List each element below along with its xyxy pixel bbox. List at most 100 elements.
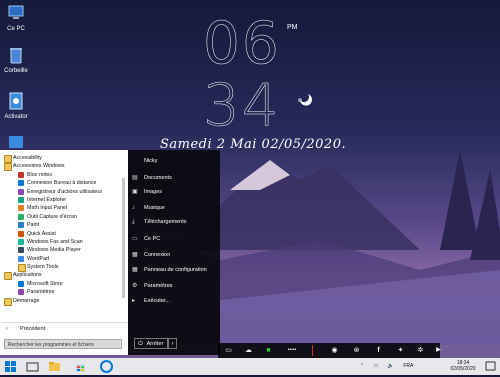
dots-icon[interactable]: ••••• [282,346,302,355]
app-icon [18,247,24,254]
places-item-label: Exécuter... [144,298,170,304]
pictures-icon: ▣ [132,189,138,195]
app-icon [18,255,24,262]
places-item-3[interactable]: ♪ Musique [132,202,165,214]
store-icon[interactable] [74,360,87,373]
places-item-label: Ce PC [144,236,161,242]
desktop-icon-corbeille[interactable]: Corbeille [2,46,30,74]
desktop-icon-label: Activator [4,114,28,120]
desktop-icon-partial[interactable] [8,134,24,148]
recycle-bin-icon [10,48,22,64]
places-item-5[interactable]: ▭ Ce PC [132,233,160,245]
obs-icon[interactable]: ◉ [330,346,339,355]
program-item[interactable]: Bloc-notes [0,171,122,179]
program-item[interactable]: Enregistreur d'actions utilisateur [0,188,122,196]
places-item-6[interactable]: ▦ Connexion [132,249,170,261]
documents-icon: ▤ [132,175,138,181]
program-item[interactable]: WordPad [0,255,122,263]
places-item-label: Panneau de configuration [144,267,207,273]
clock-hours: 06 [203,9,281,77]
program-item[interactable]: Connexion Bureau à distance [0,179,122,187]
system-tray-icons[interactable]: ⌃ ▭ 🔈 FRA [360,358,413,375]
steam-icon[interactable]: ⊛ [352,346,361,355]
start-menu-places-pane: Nicky ▤ Documents ▣ Images ♪ Musique ⤓ Télécharg… [128,150,220,355]
places-item-4[interactable]: ⤓ Téléchargements [132,216,187,228]
program-item[interactable]: Math Input Panel [0,204,122,212]
program-label: Applications [13,272,42,279]
language-indicator[interactable]: FRA [403,363,413,369]
trash-icon[interactable]: ■ [264,346,273,355]
program-label: Enregistreur d'actions utilisateur [27,188,103,195]
back-button[interactable]: ‹ Précédent [0,322,128,335]
desktop-icon-ce-pc[interactable]: Ce PC [2,4,30,32]
places-item-7[interactable]: ▦ Panneau de configuration [132,264,207,276]
settings-icon[interactable]: ✲ [416,346,425,355]
places-item-2[interactable]: ▣ Images [132,186,162,198]
search-input[interactable]: Rechercher les programmes et fichiers [4,339,122,349]
program-label: WordPad [27,255,49,262]
chevron-up-icon[interactable]: ⌃ [360,363,364,369]
desktop-icon-label: Corbeille [4,68,28,74]
places-item-8[interactable]: ⚙ Paramètres [132,280,172,292]
places-item-1[interactable]: ▤ Documents [132,172,172,184]
task-view-icon[interactable] [26,360,39,373]
app-icon [18,280,24,287]
downloads-icon: ⤓ [132,219,135,225]
app-icon [18,180,24,187]
twitter-icon[interactable]: ✦ [396,346,405,355]
shutdown-options-button[interactable]: › [168,338,177,349]
places-item-label: Connexion [144,252,171,258]
places-item-9[interactable]: ▸ Exécuter... [132,295,170,307]
power-icon: ⏻ [138,341,143,347]
facebook-icon[interactable]: f [374,346,383,355]
app-icon [18,238,24,245]
network-icon[interactable]: ▭ [374,363,379,369]
program-list-scrollbar[interactable] [122,178,125,298]
program-folder[interactable]: Accessoires Windows [0,162,122,172]
program-label: Math Input Panel [27,205,68,212]
app-icon [18,222,24,229]
program-label: Accessoires Windows [13,163,65,170]
shutdown-button[interactable]: ⏻ Arrêter [134,338,168,349]
user-icon [132,158,138,164]
dock-separator [312,345,313,356]
program-item[interactable]: Windows Media Player [0,246,122,254]
app-icon [18,205,24,212]
activator-icon [9,92,23,110]
desktop-icon-activator[interactable]: Activator [2,92,30,120]
program-folder[interactable]: Applications [0,271,122,281]
dock-bar: ▭ ☁ ■ ••••• ◉ ⊛ f ✦ ✲ ▶ [218,343,443,358]
file-explorer-icon[interactable] [48,360,61,373]
program-label: Connexion Bureau à distance [27,180,97,187]
youtube-icon[interactable]: ▶ [434,346,443,355]
program-list: Accessibility Accessoires Windows Bloc-not… [0,154,122,320]
places-item-0[interactable]: Nicky [132,155,157,167]
folder-icon [4,297,12,306]
program-item[interactable]: Microsoft Store [0,280,122,288]
program-item[interactable]: Outil Capture d'écran [0,213,122,221]
clock-widget: 06 34 [203,9,281,135]
program-item[interactable]: Paint [0,221,122,229]
monitor-icon[interactable]: ▭ [224,346,233,355]
program-folder[interactable]: System Tools [0,263,122,273]
program-folder[interactable]: Démarrage [0,297,122,306]
program-item[interactable]: Internet Explorer [0,196,122,204]
program-folder[interactable]: Accessibility [0,154,122,163]
program-item[interactable]: Windows Fax and Scan [0,238,122,246]
program-label: Outil Capture d'écran [27,213,77,220]
program-label: Accessibility [13,155,42,161]
cloud-download-icon[interactable]: ☁ [244,346,253,355]
program-item[interactable]: Quick Assist [0,230,122,238]
run-icon: ▸ [132,298,136,304]
notifications-icon[interactable] [484,360,497,373]
app-icon [18,289,24,296]
program-label: Paint [27,222,40,229]
volume-icon[interactable]: 🔈 [388,363,394,369]
edge-icon[interactable] [100,360,113,373]
program-label: Quick Assist [27,230,56,237]
program-item[interactable]: Paramètres [0,288,122,296]
computer-icon [8,5,24,19]
program-label: Windows Media Player [27,247,81,254]
clock-tray[interactable]: 18:34 02/05/2020 [448,358,478,377]
windows-start-icon[interactable] [4,360,17,373]
